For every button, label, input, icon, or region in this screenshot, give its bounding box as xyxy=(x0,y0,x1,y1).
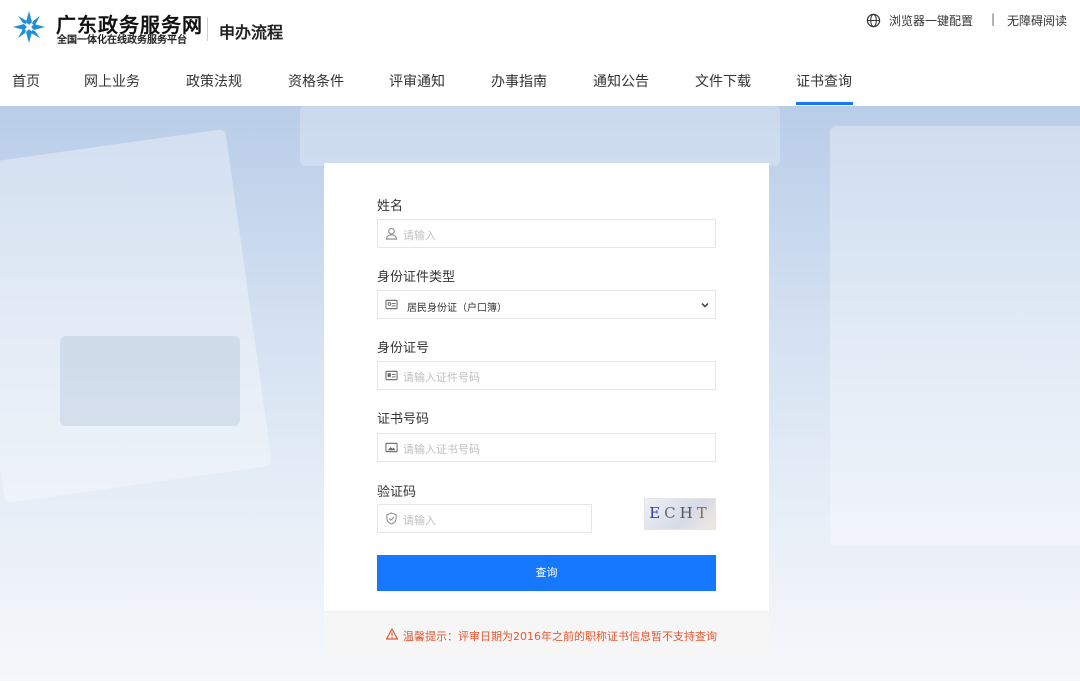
id-type-select[interactable]: 居民身份证（户口簿） xyxy=(377,290,716,319)
background-notebook xyxy=(0,128,273,504)
cert-number-placeholder: 请输入证书号码 xyxy=(403,443,480,456)
browser-config-link[interactable]: 浏览器一键配置 xyxy=(889,12,973,29)
top-separator: | xyxy=(991,12,996,26)
section-title: 申办流程 xyxy=(219,23,284,42)
certificate-icon xyxy=(385,442,398,453)
nav-item-policies[interactable]: 政策法规 xyxy=(186,71,242,91)
brand-subtitle: 全国一体化在线政务服务平台 xyxy=(57,35,187,46)
id-number-input[interactable]: 请输入证件号码 xyxy=(377,361,716,390)
captcha-char: C xyxy=(664,504,680,522)
globe-icon xyxy=(866,13,881,28)
background-laptop xyxy=(830,126,1080,546)
id-number-placeholder: 请输入证件号码 xyxy=(403,371,480,384)
id-number-label: 身份证号 xyxy=(377,341,430,356)
id-card-icon xyxy=(385,299,398,310)
site-header: 广东政务服务网 全国一体化在线政务服务平台 申办流程 浏览器一键配置 | 无障碍… xyxy=(0,0,1080,52)
captcha-label: 验证码 xyxy=(377,485,417,500)
user-icon xyxy=(385,227,398,240)
cert-number-label: 证书号码 xyxy=(377,412,430,427)
nav-item-downloads[interactable]: 文件下载 xyxy=(695,71,751,91)
star-logo-icon[interactable] xyxy=(12,10,46,44)
nav-item-guide[interactable]: 办事指南 xyxy=(491,71,547,91)
nav-item-online-business[interactable]: 网上业务 xyxy=(84,71,140,91)
nav-active-indicator xyxy=(796,102,853,105)
captcha-placeholder: 请输入 xyxy=(403,514,436,527)
captcha-image[interactable]: ECHT xyxy=(644,498,716,530)
chevron-down-icon xyxy=(701,303,709,308)
id-type-label: 身份证件类型 xyxy=(377,270,456,285)
shield-icon xyxy=(386,512,397,525)
nav-item-certificate-query[interactable]: 证书查询 xyxy=(796,71,852,91)
query-button[interactable]: 查询 xyxy=(377,555,716,591)
background-object xyxy=(60,336,240,426)
cert-number-input[interactable]: 请输入证书号码 xyxy=(377,433,716,462)
background-glasses xyxy=(300,106,780,166)
accessible-read-link[interactable]: 无障碍阅读 xyxy=(1007,12,1067,29)
nav-item-qualification[interactable]: 资格条件 xyxy=(288,71,344,91)
warning-icon xyxy=(386,628,398,640)
captcha-char: E xyxy=(649,504,665,522)
notice-text: 温馨提示：评审日期为2016年之前的职称证书信息暂不支持查询 xyxy=(403,630,717,643)
name-input[interactable]: 请输入 xyxy=(377,219,716,248)
main-nav: 首页 网上业务 政策法规 资格条件 评审通知 办事指南 通知公告 文件下载 证书… xyxy=(0,52,1080,106)
notice-bar: 温馨提示：评审日期为2016年之前的职称证书信息暂不支持查询 xyxy=(324,612,769,656)
header-divider xyxy=(207,17,208,41)
captcha-input[interactable]: 请输入 xyxy=(377,504,592,533)
captcha-char: T xyxy=(696,504,711,522)
id-card-icon xyxy=(385,370,398,381)
id-type-value: 居民身份证（户口簿） xyxy=(407,303,507,314)
name-placeholder: 请输入 xyxy=(403,229,436,242)
nav-item-review-notice[interactable]: 评审通知 xyxy=(389,71,445,91)
name-label: 姓名 xyxy=(377,199,404,214)
nav-item-home[interactable]: 首页 xyxy=(12,71,40,91)
captcha-char: H xyxy=(679,504,697,522)
query-form-card: 姓名 请输入 身份证件类型 居民身份证（户口簿） 身份证号 请输入证件号码 证书… xyxy=(324,163,769,611)
nav-item-announcements[interactable]: 通知公告 xyxy=(593,71,649,91)
